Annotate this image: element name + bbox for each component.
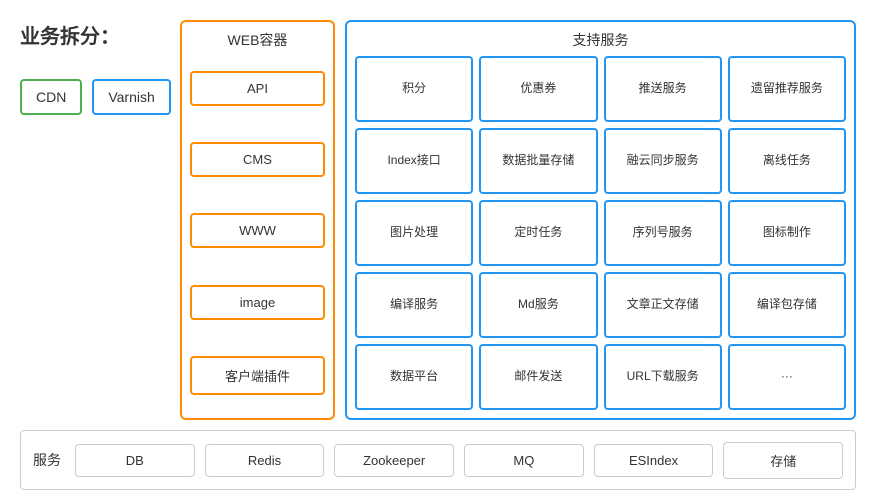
web-item: WWW bbox=[190, 213, 325, 248]
support-item: 图标制作 bbox=[728, 200, 846, 266]
support-item: 文章正文存储 bbox=[604, 272, 722, 338]
support-item: Md服务 bbox=[479, 272, 597, 338]
support-item: 编译服务 bbox=[355, 272, 473, 338]
support-item: 积分 bbox=[355, 56, 473, 122]
bottom-section: 服务 DB Redis Zookeeper MQ ESIndex 存储 bbox=[20, 430, 856, 490]
support-item: 定时任务 bbox=[479, 200, 597, 266]
support-item: 优惠券 bbox=[479, 56, 597, 122]
service-item: DB bbox=[75, 444, 195, 477]
support-item: 推送服务 bbox=[604, 56, 722, 122]
service-label: 服务 bbox=[33, 450, 61, 470]
service-item: MQ bbox=[464, 444, 584, 477]
support-item: URL下载服务 bbox=[604, 344, 722, 410]
support-item: ··· bbox=[728, 344, 846, 410]
support-item: 序列号服务 bbox=[604, 200, 722, 266]
support-item: 图片处理 bbox=[355, 200, 473, 266]
support-item: 编译包存储 bbox=[728, 272, 846, 338]
service-item: 存储 bbox=[723, 442, 843, 479]
support-item: 邮件发送 bbox=[479, 344, 597, 410]
support-item: 离线任务 bbox=[728, 128, 846, 194]
web-container-panel: WEB容器 API CMS WWW image 客户端插件 bbox=[180, 20, 335, 420]
cdn-varnish-row: CDN Varnish bbox=[20, 79, 170, 115]
support-panel: 支持服务 积分优惠券推送服务遗留推荐服务 Index接口数据批量存储融云同步服务离… bbox=[345, 20, 856, 420]
service-item: Zookeeper bbox=[334, 444, 454, 477]
cdn-box: CDN bbox=[20, 79, 82, 115]
support-grid: 积分优惠券推送服务遗留推荐服务 Index接口数据批量存储融云同步服务离线任务图片… bbox=[355, 56, 846, 410]
web-item: CMS bbox=[190, 142, 325, 177]
support-item: 数据批量存储 bbox=[479, 128, 597, 194]
support-item: 融云同步服务 bbox=[604, 128, 722, 194]
web-item: 客户端插件 bbox=[190, 356, 325, 395]
support-item: 数据平台 bbox=[355, 344, 473, 410]
web-container-title: WEB容器 bbox=[190, 30, 325, 50]
left-panel: 业务拆分： CDN Varnish bbox=[20, 20, 180, 420]
web-item: image bbox=[190, 285, 325, 320]
service-item: ESIndex bbox=[594, 444, 714, 477]
web-item: API bbox=[190, 71, 325, 106]
web-items: API CMS WWW image 客户端插件 bbox=[190, 56, 325, 410]
varnish-box: Varnish bbox=[92, 79, 170, 115]
main-container: 业务拆分： CDN Varnish WEB容器 API CMS WWW image 客户… bbox=[0, 0, 876, 500]
support-item: Index接口 bbox=[355, 128, 473, 194]
service-item: Redis bbox=[205, 444, 325, 477]
business-title: 业务拆分： bbox=[20, 20, 170, 49]
support-title: 支持服务 bbox=[355, 30, 846, 50]
top-section: 业务拆分： CDN Varnish WEB容器 API CMS WWW image 客户… bbox=[20, 20, 856, 420]
support-item: 遗留推荐服务 bbox=[728, 56, 846, 122]
